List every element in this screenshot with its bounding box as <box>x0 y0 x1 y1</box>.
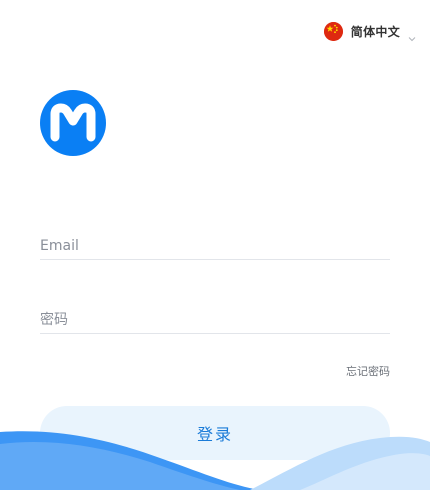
email-field[interactable] <box>40 235 390 260</box>
password-field[interactable] <box>40 309 390 334</box>
password-input[interactable] <box>40 309 390 331</box>
forgot-password-link[interactable]: 忘记密码 <box>346 363 390 379</box>
login-page: 简体中文 忘记密码 登录 <box>0 0 430 490</box>
email-input[interactable] <box>40 235 390 257</box>
language-label: 简体中文 <box>350 25 400 39</box>
language-selector[interactable]: 简体中文 <box>323 22 416 41</box>
china-flag-icon <box>323 22 343 41</box>
m-logo-icon <box>40 90 106 156</box>
chevron-down-icon <box>408 28 416 41</box>
wave-decoration <box>0 431 430 490</box>
